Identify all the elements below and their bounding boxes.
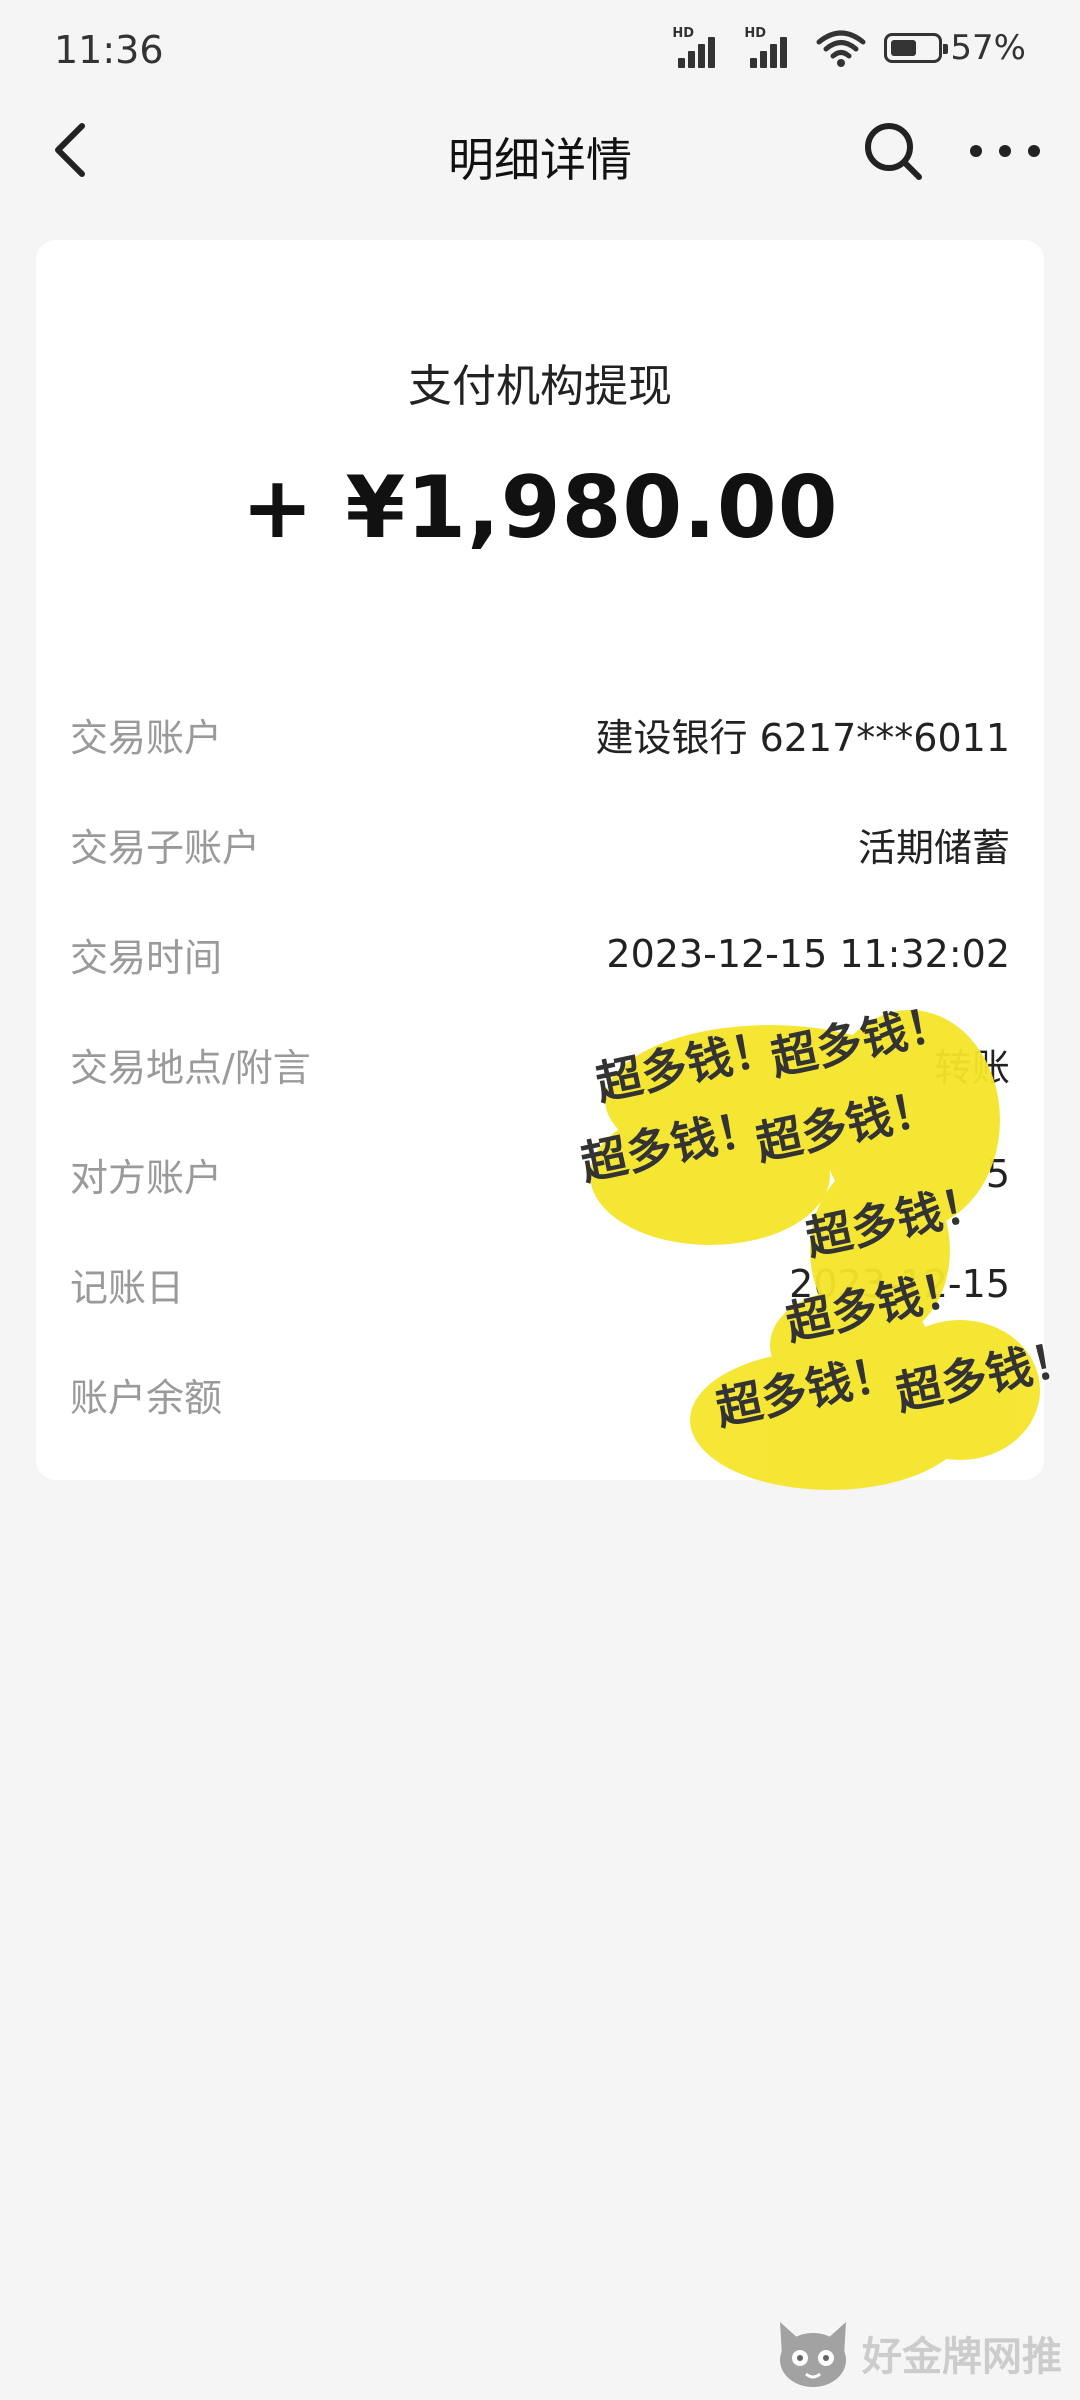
search-icon: [865, 123, 922, 180]
detail-label: 交易子账户: [70, 825, 261, 870]
detail-label: 交易时间: [70, 935, 223, 980]
transaction-card: 支付机构提现 + ¥1,980.00 交易账户 建设银行 6217***6011…: [36, 240, 1044, 1480]
cat-logo-icon: [780, 2322, 846, 2387]
search-button[interactable]: [862, 120, 924, 182]
detail-row-account: 交易账户 建设银行 6217***6011: [70, 704, 1010, 764]
watermark-text: 好金牌网推: [862, 2334, 1062, 2380]
detail-row-location-note: 交易地点/附言 转账: [70, 1034, 1010, 1094]
detail-label: 对方账户: [70, 1155, 223, 1200]
status-bar: 11:36 HD HD 57%: [0, 0, 1080, 100]
transaction-type: 支付机构提现: [408, 361, 672, 412]
detail-value: 转账: [933, 1045, 1010, 1090]
detail-label: 账户余额: [70, 1375, 223, 1420]
wifi-icon: [816, 30, 866, 67]
signal-icon: HD: [672, 26, 726, 68]
nav-bar: 明细详情: [0, 100, 1080, 200]
detail-value: 活期储蓄: [857, 825, 1010, 870]
signal-icon: HD: [744, 26, 798, 68]
watermark: 好金牌网推: [772, 2316, 1062, 2390]
detail-label: 交易地点/附言: [70, 1045, 311, 1090]
more-dot: [999, 145, 1011, 157]
more-dot: [1028, 145, 1040, 157]
battery-icon: [884, 33, 949, 63]
more-button[interactable]: [970, 120, 1040, 182]
more-dot: [970, 145, 982, 157]
detail-row-sub-account: 交易子账户 活期储蓄: [70, 814, 1010, 874]
detail-row-balance: 账户余额: [70, 1364, 1010, 1424]
status-time: 11:36: [54, 28, 164, 72]
battery-percent: 57%: [950, 28, 1026, 68]
battery: 57%: [884, 28, 1026, 68]
detail-row-counterparty: 对方账户 5: [70, 1144, 1010, 1204]
detail-value: 5: [985, 1152, 1010, 1196]
detail-label: 记账日: [70, 1265, 185, 1310]
detail-value: 建设银行 6217***6011: [595, 715, 1011, 760]
detail-row-posting-date: 记账日 2023-12-15: [70, 1254, 1010, 1314]
detail-label: 交易账户: [70, 715, 223, 760]
transaction-amount: + ¥1,980.00: [241, 458, 839, 558]
page: 11:36 HD HD 57% 明细详情 支付机构提现 + ¥1,980.00 …: [0, 0, 1080, 2400]
status-icons: HD HD 57%: [672, 26, 1026, 68]
detail-value: 2023-12-15 11:32:02: [606, 932, 1010, 976]
detail-value: 2023-12-15: [789, 1262, 1010, 1306]
detail-row-time: 交易时间 2023-12-15 11:32:02: [70, 924, 1010, 984]
